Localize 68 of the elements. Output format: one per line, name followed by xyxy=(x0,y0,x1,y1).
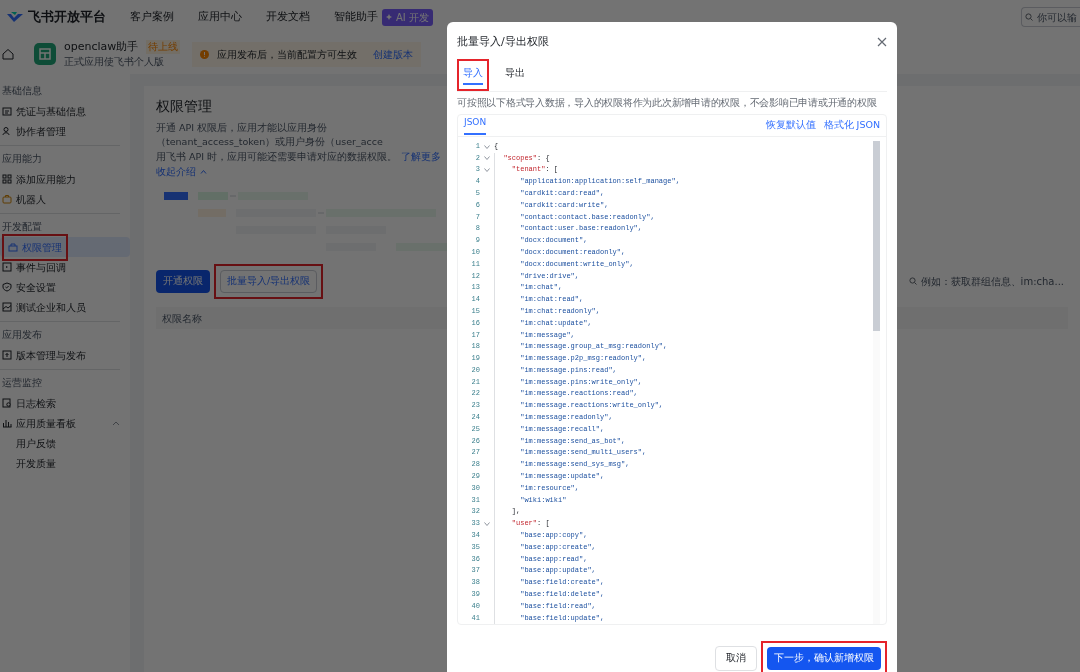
sidebar-item[interactable]: 协作者管理 xyxy=(0,121,130,141)
column-header: 权限名称 xyxy=(162,311,202,325)
logo-icon xyxy=(6,10,24,24)
tab[interactable]: 导出 xyxy=(505,58,525,91)
search-icon xyxy=(908,277,917,286)
notice-text: 应用发布后，当前配置方可生效 xyxy=(217,47,358,62)
app-name: openclaw助手 xyxy=(64,38,139,55)
search-field[interactable]: 你可以输 xyxy=(1021,7,1080,27)
status-badge: 待上线 xyxy=(146,39,181,54)
warning-icon xyxy=(200,49,210,59)
sidebar-item[interactable]: 应用质量看板 xyxy=(0,413,130,433)
sidebar-item[interactable]: 日志检索 xyxy=(0,393,130,413)
lock-icon xyxy=(8,242,18,252)
square-icon xyxy=(2,262,12,272)
logo[interactable]: 飞书开放平台 xyxy=(28,7,106,27)
home-icon xyxy=(2,48,14,60)
editor-action-link[interactable]: 恢复默认值 xyxy=(765,118,816,133)
collapse-link[interactable]: 收起介绍 xyxy=(156,164,207,179)
sidebar-subitem[interactable]: 开发质量 xyxy=(0,453,130,473)
ai-badge: AI 开发 xyxy=(382,8,433,26)
section-heading: 应用发布 xyxy=(1,328,43,342)
dialog-title: 批量导入/导出权限 xyxy=(457,34,549,50)
description-text: 开通 API 权限后，应用才能以应用身份（tenant_access_token）或用户身份（user_acce xyxy=(156,121,384,150)
sidebar-item[interactable]: 安全设置 xyxy=(0,277,130,297)
section-heading: 开发配置 xyxy=(1,220,43,234)
sidebar-item[interactable]: 版本管理与发布 xyxy=(0,345,130,365)
nav-link[interactable]: 客户案例 xyxy=(130,8,174,26)
sidebar-subitem[interactable]: 用户反馈 xyxy=(0,433,130,453)
id-card-icon xyxy=(2,106,12,116)
nav-link[interactable]: 智能助手 xyxy=(334,8,378,26)
image-icon xyxy=(2,302,12,312)
sidebar-item[interactable]: 机器人 xyxy=(0,189,130,209)
description-text: 可按照以下格式导入数据，导入的权限将作为此次新增申请的权限，不会影响已申请或开通的权限 xyxy=(457,95,878,110)
learn-more-link[interactable]: 了解更多 xyxy=(401,149,442,164)
permission-button[interactable]: 开通权限 xyxy=(156,270,210,293)
page-title: 权限管理 xyxy=(156,98,212,114)
section-heading: 运营监控 xyxy=(1,376,43,390)
document-search-icon xyxy=(2,398,12,408)
upload-icon xyxy=(2,350,12,360)
briefcase-icon xyxy=(2,194,12,204)
app-subtitle: 正式应用使飞书个人版 xyxy=(64,55,165,70)
nav-link[interactable]: 应用中心 xyxy=(198,8,242,26)
create-version-link[interactable]: 创建版本 xyxy=(373,46,414,62)
tab[interactable]: JSON xyxy=(464,116,487,135)
search-field[interactable]: 例如：获取群组信息、im:cha... xyxy=(908,273,1064,289)
close-icon xyxy=(877,37,887,48)
sidebar-item[interactable]: 添加应用能力 xyxy=(0,169,130,189)
shield-icon xyxy=(2,282,12,292)
description-text: 用飞书 API 时，应用可能还需要申请对应的数据权限。 xyxy=(156,149,398,164)
sidebar-item[interactable]: 测试企业和人员 xyxy=(0,297,130,317)
tab[interactable]: 导入 xyxy=(463,64,483,85)
person-icon xyxy=(2,126,12,136)
search-icon xyxy=(1025,13,1033,21)
bar-chart-icon xyxy=(2,418,12,428)
sparkle-icon xyxy=(386,14,392,20)
section-heading: 应用能力 xyxy=(1,152,43,166)
scrollbar-thumb[interactable] xyxy=(873,140,880,331)
annotation-frame: 权限管理 xyxy=(2,233,68,261)
chevron-up-icon xyxy=(200,169,207,175)
dialog-button[interactable]: 取消 xyxy=(715,646,757,671)
app-icon xyxy=(34,43,56,65)
sidebar-item[interactable]: 凭证与基础信息 xyxy=(0,101,130,121)
nav-link[interactable]: 开发文档 xyxy=(266,8,310,26)
grid-icon xyxy=(2,174,12,184)
section-heading: 基础信息 xyxy=(1,84,43,98)
permission-button[interactable]: 批量导入/导出权限 xyxy=(220,270,318,293)
editor-action-link[interactable]: 格式化 JSON xyxy=(823,118,880,133)
dialog-button[interactable]: 下一步，确认新增权限 xyxy=(767,647,881,670)
